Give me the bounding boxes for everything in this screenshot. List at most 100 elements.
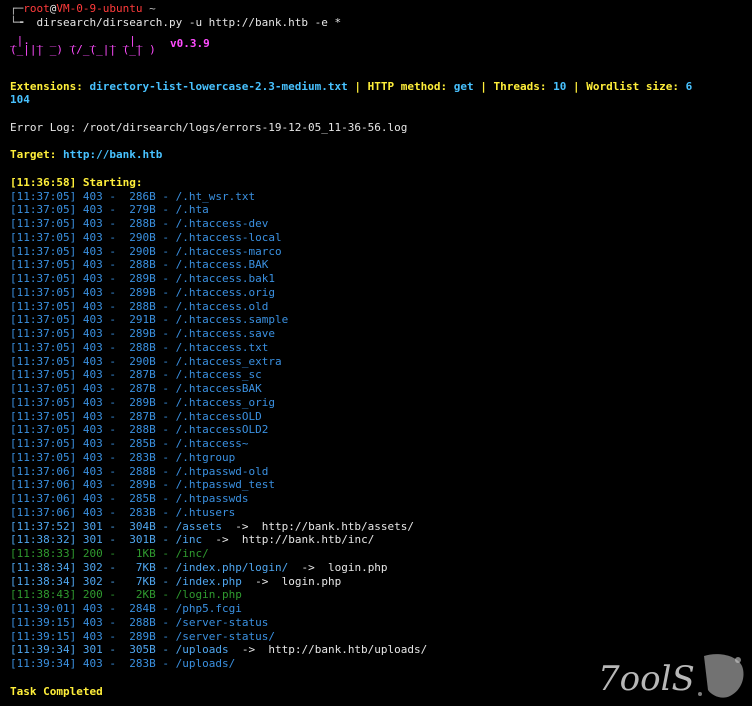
threads-value: 10 [553,79,567,93]
result-separator: - [155,409,176,423]
result-size: 289B [122,629,156,643]
result-timestamp: [11:37:05] [10,340,77,354]
result-timestamp: [11:37:05] [10,285,77,299]
result-timestamp: [11:37:52] [10,519,77,533]
result-path: /.htaccess-marco [175,244,282,258]
result-separator: - [155,560,176,574]
result-separator: - [155,588,176,602]
result-size: 288B [122,258,156,272]
result-timestamp: [11:38:43] [10,588,77,602]
target-line: Target: http://bank.htb [10,148,752,162]
result-redirect-target: http://bank.htb/uploads/ [268,643,428,657]
result-size: 289B [122,395,156,409]
result-status-code: 301 [82,533,103,547]
result-separator: - [102,464,123,478]
result-status-code: 302 [82,560,103,574]
result-timestamp: [11:37:05] [10,203,77,217]
result-separator: - [102,574,123,588]
result-size: 289B [122,285,156,299]
result-status-code: 403 [82,382,103,395]
result-path: /.htaccess.sample [175,313,289,327]
threads-label: Threads: [493,79,547,93]
terminal[interactable]: ┌─root@VM-0-9-ubuntu ~ └╼ dirsearch/dirs… [10,2,752,698]
result-separator: - [102,217,123,230]
result-separator: - [155,533,176,547]
result-separator: - [155,313,176,327]
method-label: HTTP method: [367,79,448,93]
watermark-logo: 7oolS [596,650,746,702]
result-path: /.htusers [175,505,236,519]
result-path: /.htaccessOLD [175,409,262,423]
result-row: [11:38:32] 301 - 301B - /inc -> http://b… [10,533,752,547]
result-separator: - [155,299,176,313]
result-timestamp: [11:37:05] [10,189,77,203]
result-timestamp: [11:37:05] [10,423,77,437]
result-path: /.htaccess_orig [175,395,275,409]
result-row: [11:38:33] 200 - 1KB - /inc/ [10,547,752,561]
result-separator: - [102,327,123,340]
result-size: 288B [122,217,156,230]
result-size: 283B [122,505,156,519]
result-row: [11:37:06] 403 - 283B - /.htusers [10,506,752,520]
result-separator: - [102,382,123,395]
result-row: [11:37:05] 403 - 287B - /.htaccessBAK [10,382,752,396]
result-timestamp: [11:37:06] [10,478,77,492]
result-row: [11:37:05] 403 - 288B - /.htaccess-dev [10,217,752,231]
banner-version: v0.3.9 [170,36,210,50]
result-separator: - [155,217,176,230]
command-text: dirsearch/dirsearch.py -u http://bank.ht… [36,15,342,29]
result-separator: - [155,395,176,409]
result-path: /.htaccessBAK [175,382,262,395]
result-separator: - [102,602,123,615]
result-status-code: 403 [82,354,103,368]
result-path: /uploads [175,643,229,657]
error-log-line: Error Log: /root/dirsearch/logs/errors-1… [10,120,408,134]
starting-line: [11:36:58] Starting: [10,175,143,189]
result-size: 305B [122,643,156,657]
result-separator: - [155,189,176,203]
result-size: 287B [122,409,156,423]
result-separator: - [102,437,123,450]
result-timestamp: [11:37:05] [10,272,77,285]
result-row: [11:37:06] 403 - 285B - /.htpasswds [10,492,752,506]
result-redirect-target: http://bank.htb/assets/ [261,519,415,533]
result-separator: - [155,368,176,382]
result-size: 283B [122,657,156,670]
result-path: /.htaccess.bak1 [175,272,275,285]
result-separator: - [155,505,176,519]
result-separator: - [155,285,176,299]
result-separator: - [155,230,176,244]
result-size: 290B [122,354,156,368]
result-row: [11:37:05] 403 - 289B - /.htaccess.save [10,327,752,341]
wordlist-value-wrap: 104 [10,93,30,107]
result-status-code: 403 [82,272,103,285]
result-row: [11:37:06] 403 - 288B - /.htpasswd-old [10,465,752,479]
separator: | [572,79,580,93]
extensions-label: Extensions: [10,79,83,93]
result-timestamp: [11:37:05] [10,230,77,244]
result-size: 289B [122,272,156,285]
result-status-code: 403 [82,629,103,643]
result-path: /.htpasswd-old [175,464,269,478]
result-path: /.htaccess.save [175,327,275,340]
result-path: /server-status/ [175,629,275,643]
result-timestamp: [11:37:05] [10,382,77,395]
result-path: /.htaccess.orig [175,285,275,299]
result-status-code: 403 [82,258,103,272]
result-separator: - [102,313,123,327]
result-separator: - [102,189,123,203]
result-separator: - [102,299,123,313]
result-path: /server-status [175,615,269,629]
result-separator: - [102,258,123,272]
result-size: 1KB [122,547,156,560]
result-row: [11:37:05] 403 - 288B - /.htaccess.old [10,300,752,314]
result-path: /.htaccess~ [175,437,249,450]
result-row: [11:38:43] 200 - 2KB - /login.php [10,588,752,602]
result-timestamp: [11:37:05] [10,437,77,450]
result-status-code: 200 [82,588,103,602]
result-status-code: 403 [82,368,103,382]
result-separator: - [102,340,123,354]
result-timestamp: [11:39:15] [10,629,77,643]
result-timestamp: [11:37:05] [10,450,77,464]
result-timestamp: [11:37:05] [10,409,77,423]
